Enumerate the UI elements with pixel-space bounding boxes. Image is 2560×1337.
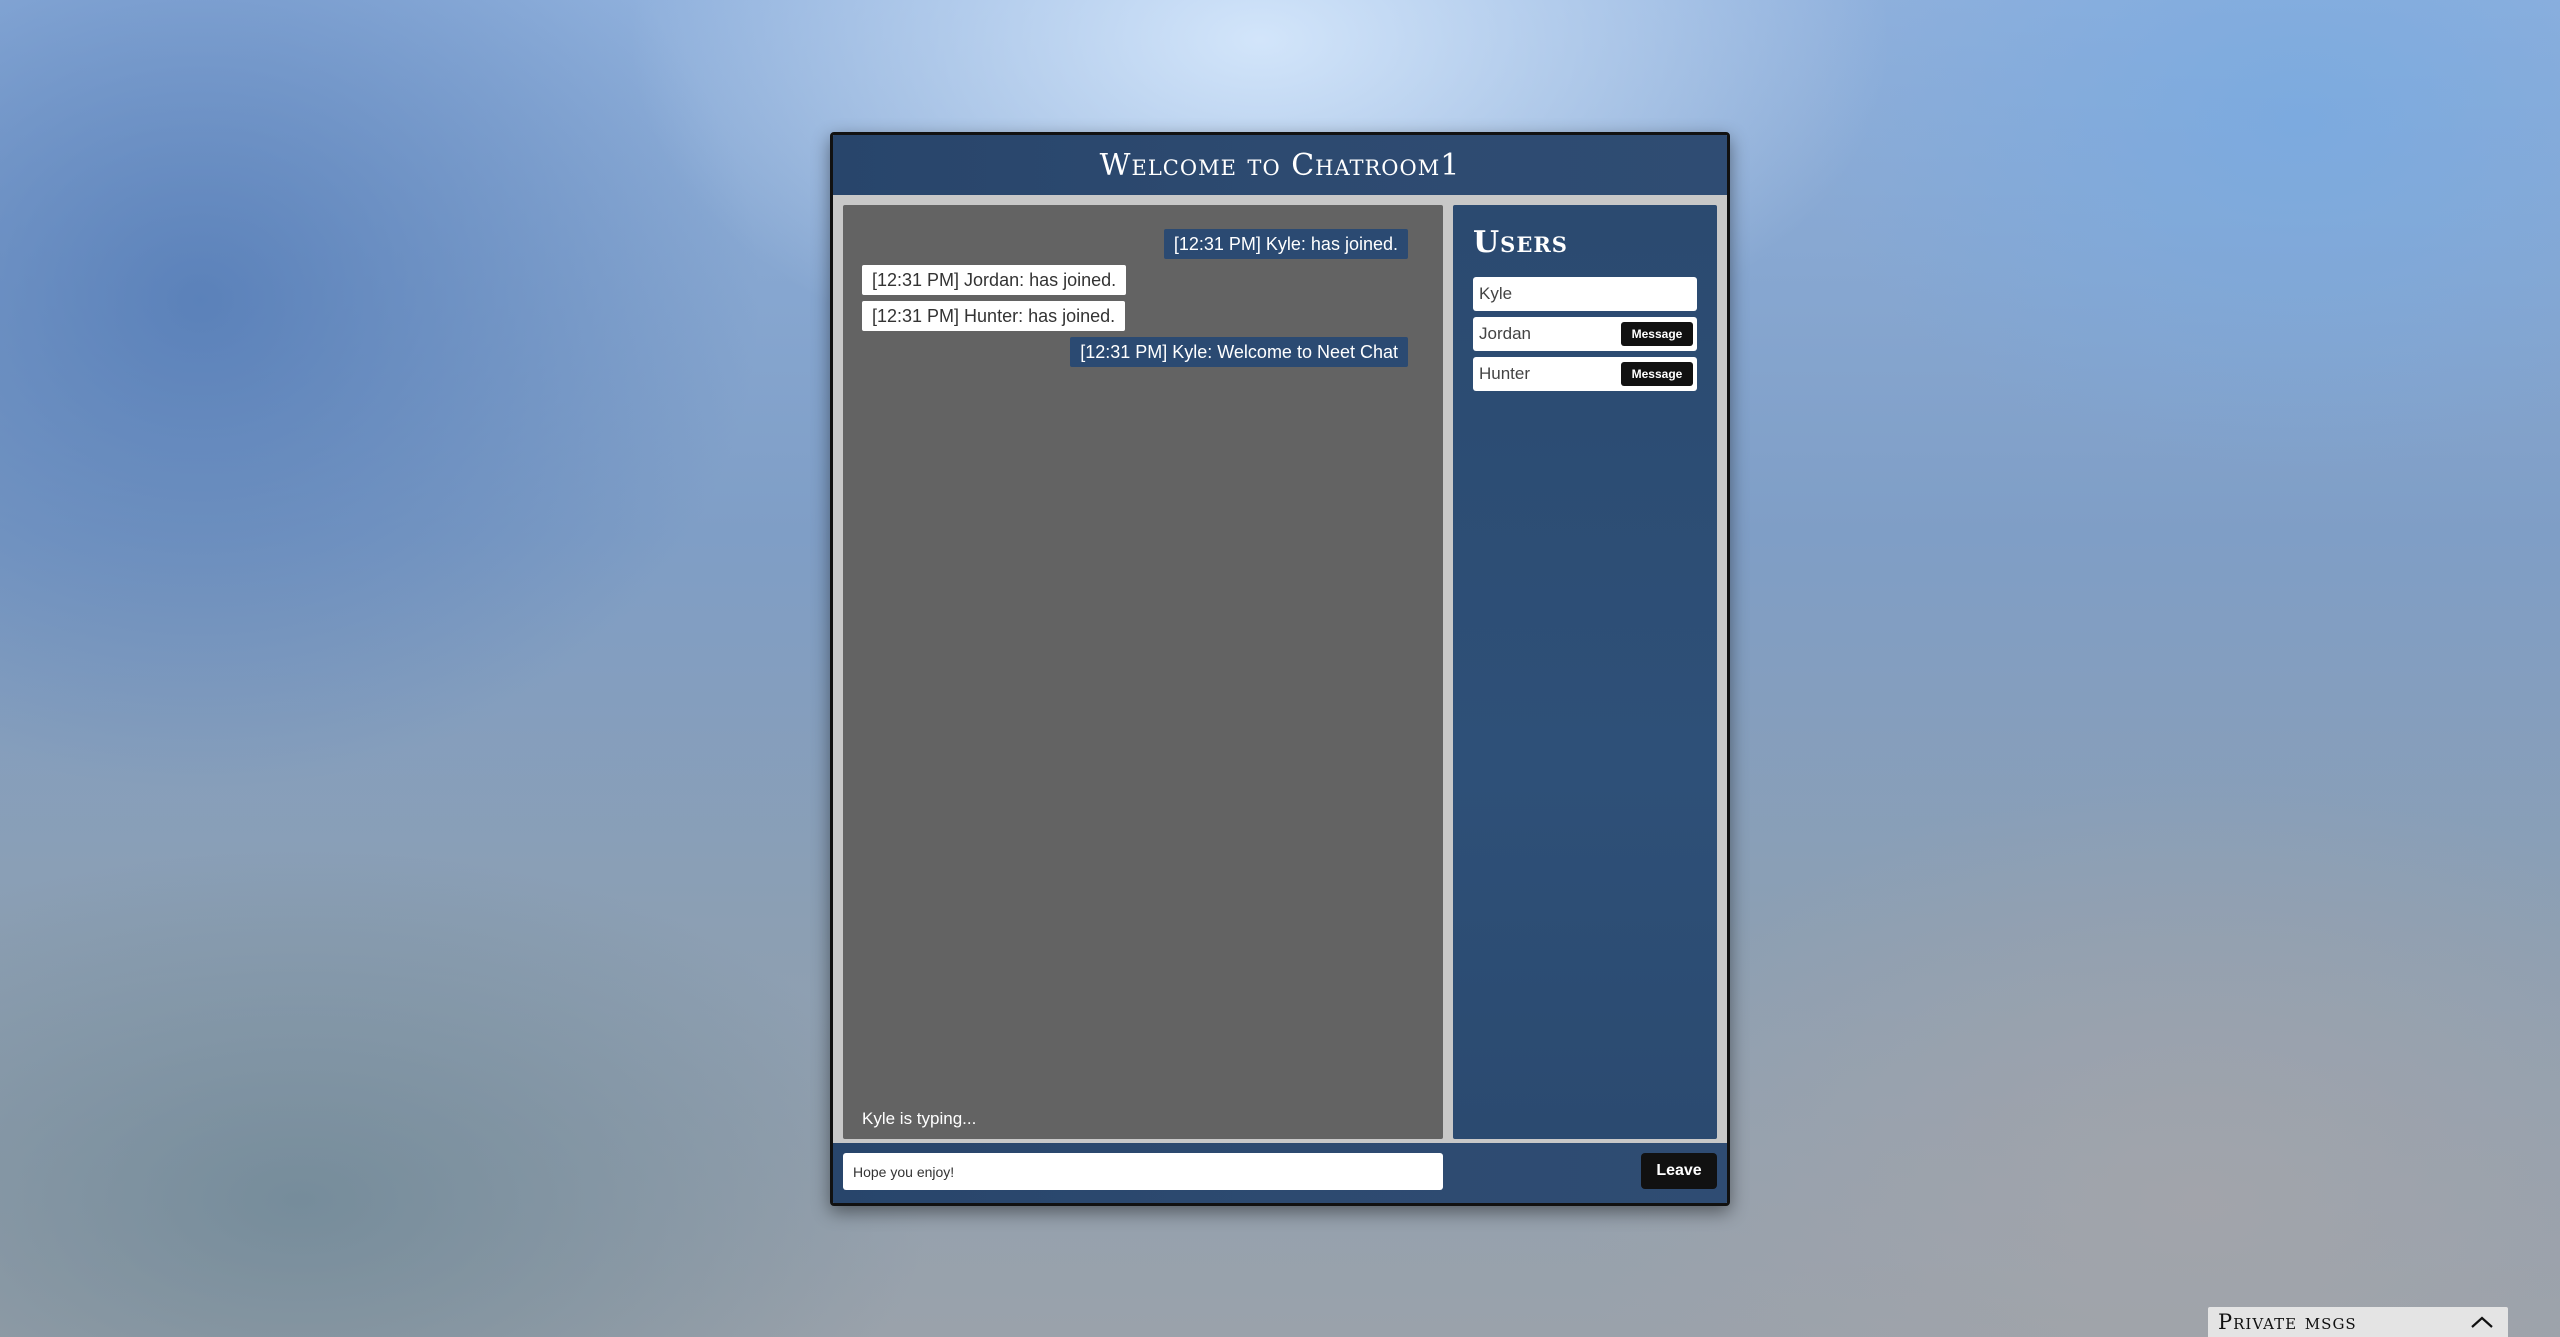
chevron-up-icon[interactable] [2468, 1311, 2496, 1333]
message-user-button[interactable]: Message [1621, 362, 1693, 386]
chat-title: Welcome to Chatroom1 [1099, 147, 1461, 183]
users-panel: Users Kyle Jordan Message Hunter Message [1453, 205, 1717, 1139]
user-item: Kyle [1473, 277, 1697, 311]
user-name: Hunter [1479, 364, 1531, 383]
typing-indicator: Kyle is typing... [862, 1109, 977, 1128]
message-user-button[interactable]: Message [1621, 322, 1693, 346]
user-list: Kyle Jordan Message Hunter Message [1473, 277, 1697, 397]
chat-footer: Leave [833, 1143, 1727, 1203]
chat-window: Welcome to Chatroom1 [12:31 PM] Kyle: ha… [830, 132, 1730, 1206]
private-messages-label: Private msgs [2218, 1310, 2357, 1334]
users-title: Users [1473, 225, 1568, 260]
message-bubble: [12:31 PM] Jordan: has joined. [862, 265, 1127, 295]
message-bubble: [12:31 PM] Kyle: has joined. [1163, 229, 1408, 259]
chat-header: Welcome to Chatroom1 [833, 135, 1727, 195]
user-item: Jordan Message [1473, 317, 1697, 351]
message-input[interactable] [843, 1153, 1443, 1190]
message-bubble: [12:31 PM] Hunter: has joined. [862, 301, 1126, 331]
user-item: Hunter Message [1473, 357, 1697, 391]
user-name: Jordan [1479, 324, 1531, 343]
private-messages-drawer[interactable]: Private msgs [2208, 1307, 2508, 1337]
user-name: Kyle [1479, 284, 1513, 303]
message-bubble: [12:31 PM] Kyle: Welcome to Neet Chat [1070, 337, 1408, 367]
leave-button[interactable]: Leave [1641, 1153, 1717, 1189]
messages-panel: [12:31 PM] Kyle: has joined. [12:31 PM] … [843, 205, 1443, 1139]
